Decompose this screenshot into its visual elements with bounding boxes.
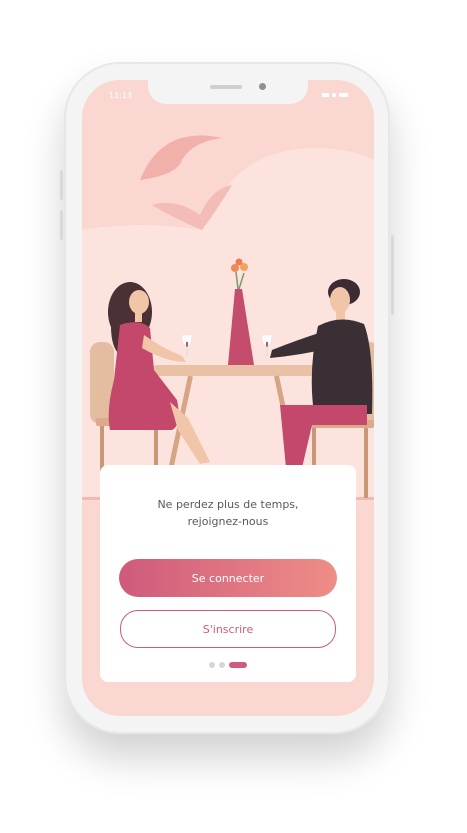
phone-volume-button — [60, 210, 63, 240]
tagline-line: rejoignez-nous — [187, 515, 269, 528]
battery-icon — [339, 93, 348, 97]
wifi-icon — [332, 93, 336, 97]
signup-button[interactable]: S'inscrire — [120, 610, 336, 648]
onboarding-card: Ne perdez plus de temps, rejoignez-nous … — [100, 465, 356, 682]
page-dot[interactable] — [219, 662, 225, 668]
phone-notch — [148, 80, 308, 104]
flower — [235, 258, 243, 266]
woman-face — [129, 290, 149, 314]
speaker-grille — [210, 85, 242, 89]
signal-icon — [322, 93, 329, 97]
table-top — [152, 365, 318, 376]
front-camera — [259, 83, 266, 90]
login-button[interactable]: Se connecter — [119, 559, 337, 597]
phone-side-button — [391, 235, 394, 315]
app-screen: 11:13 Ne perdez plus de temps, rejoignez… — [82, 80, 374, 716]
man-face — [330, 287, 350, 313]
page-indicator — [209, 662, 247, 668]
status-icons — [322, 93, 348, 97]
tagline-line: Ne perdez plus de temps, — [157, 498, 299, 511]
phone-volume-button — [60, 170, 63, 200]
page-dot-active[interactable] — [229, 662, 247, 668]
tagline: Ne perdez plus de temps, rejoignez-nous — [100, 496, 356, 530]
status-time: 11:13 — [109, 91, 133, 100]
page-dot[interactable] — [209, 662, 215, 668]
